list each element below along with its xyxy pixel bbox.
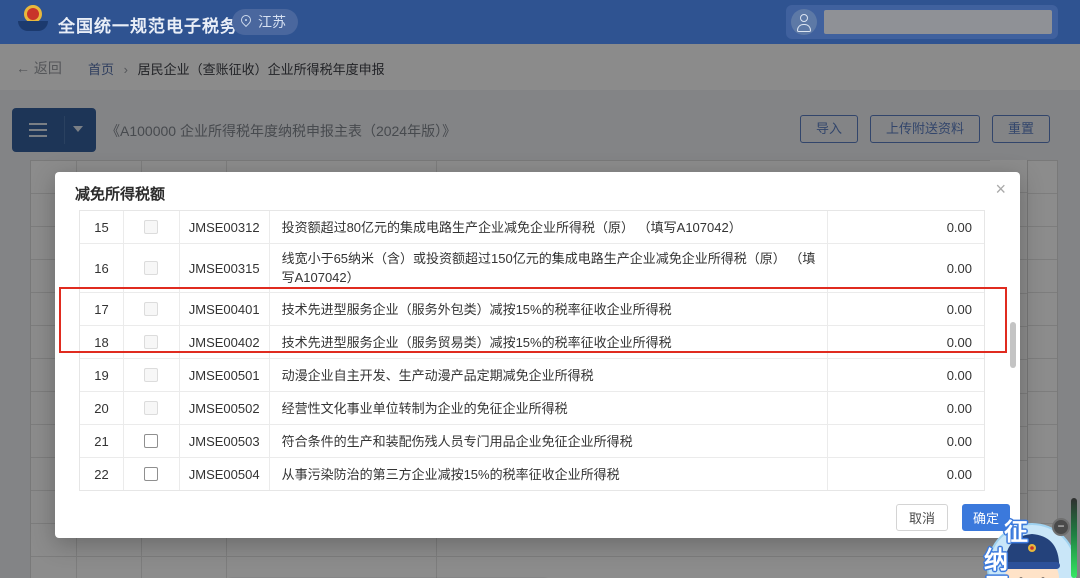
row-code: JMSE00504: [180, 458, 270, 490]
region-badge[interactable]: 江苏: [232, 9, 298, 35]
row-number: 16: [80, 244, 124, 292]
close-icon[interactable]: ×: [995, 180, 1006, 198]
row-description: 技术先进型服务企业（服务外包类）减按15%的税率征收企业所得税: [270, 293, 829, 325]
row-value: 0.00: [828, 359, 984, 391]
row-value: 0.00: [828, 326, 984, 358]
row-number: 22: [80, 458, 124, 490]
mascot-caption-char: 互: [985, 567, 1009, 578]
row-checkbox: [144, 220, 158, 234]
row-value: 0.00: [828, 244, 984, 292]
row-description: 从事污染防治的第三方企业减按15%的税率征收企业所得税: [270, 458, 829, 490]
row-description: 动漫企业自主开发、生产动漫产品定期减免企业所得税: [270, 359, 829, 391]
modal-scrollbar-thumb[interactable]: [1010, 322, 1016, 368]
table-row: 17 JMSE00401技术先进型服务企业（服务外包类）减按15%的税率征收企业所…: [80, 293, 984, 326]
row-checkbox-cell: [124, 293, 180, 325]
row-code: JMSE00312: [180, 211, 270, 243]
row-code: JMSE00501: [180, 359, 270, 391]
row-code: JMSE00503: [180, 425, 270, 457]
row-checkbox: [144, 401, 158, 415]
table-row: 19 JMSE00501动漫企业自主开发、生产动漫产品定期减免企业所得税0.00: [80, 359, 984, 392]
row-checkbox[interactable]: [144, 434, 158, 448]
row-description: 技术先进型服务企业（服务贸易类）减按15%的税率征收企业所得税: [270, 326, 829, 358]
row-code: JMSE00401: [180, 293, 270, 325]
row-number: 18: [80, 326, 124, 358]
row-checkbox-cell: [124, 458, 180, 490]
app-screen: 全国统一规范电子税务局 江苏 ← 返回 首页 › 居民企业（查账征收）企业所得税…: [0, 0, 1080, 578]
location-pin-icon: [239, 13, 253, 27]
table-row: 18 JMSE00402技术先进型服务企业（服务贸易类）减按15%的税率征收企业所…: [80, 326, 984, 359]
side-indicator-bar: [1071, 498, 1077, 578]
site-title: 全国统一规范电子税务局: [58, 12, 256, 37]
row-checkbox-cell: [124, 425, 180, 457]
row-description: 线宽小于65纳米（含）或投资额超过150亿元的集成电路生产企业减免企业所得税（原…: [270, 244, 829, 292]
row-value: 0.00: [828, 458, 984, 490]
row-code: JMSE00502: [180, 392, 270, 424]
row-value: 0.00: [828, 211, 984, 243]
row-value: 0.00: [828, 425, 984, 457]
row-number: 17: [80, 293, 124, 325]
row-number: 20: [80, 392, 124, 424]
modal-table-body: 15 JMSE00312投资额超过80亿元的集成电路生产企业减免企业所得税（原） …: [79, 210, 985, 491]
user-avatar-icon: [791, 9, 817, 35]
table-row: 20 JMSE00502经营性文化事业单位转制为企业的免征企业所得税0.00: [80, 392, 984, 425]
table-row: 22 JMSE00504从事污染防治的第三方企业减按15%的税率征收企业所得税0.…: [80, 458, 984, 491]
row-code: JMSE00402: [180, 326, 270, 358]
modal-title: 减免所得税额: [75, 183, 165, 204]
table-row: 21 JMSE00503符合条件的生产和装配伤残人员专门用品企业免征企业所得税0.…: [80, 425, 984, 458]
tax-bureau-logo-icon: [16, 4, 50, 40]
row-checkbox: [144, 335, 158, 349]
region-label: 江苏: [258, 14, 286, 30]
minimize-widget-button[interactable]: −: [1052, 518, 1070, 536]
row-value: 0.00: [828, 293, 984, 325]
tax-reduction-modal: 减免所得税额 × 15 JMSE00312投资额超过80亿元的集成电路生产企业减免…: [55, 172, 1020, 538]
cancel-button[interactable]: 取消: [896, 504, 948, 531]
top-header-bar: 全国统一规范电子税务局 江苏: [0, 0, 1080, 44]
table-row: 16 JMSE00315线宽小于65纳米（含）或投资额超过150亿元的集成电路生产…: [80, 244, 984, 293]
row-checkbox-cell: [124, 244, 180, 292]
row-checkbox-cell: [124, 359, 180, 391]
row-description: 符合条件的生产和装配伤残人员专门用品企业免征企业所得税: [270, 425, 829, 457]
row-number: 19: [80, 359, 124, 391]
row-description: 投资额超过80亿元的集成电路生产企业减免企业所得税（原） （填写A107042）: [270, 211, 829, 243]
row-checkbox: [144, 302, 158, 316]
row-code: JMSE00315: [180, 244, 270, 292]
row-checkbox: [144, 261, 158, 275]
row-checkbox-cell: [124, 211, 180, 243]
row-checkbox[interactable]: [144, 467, 158, 481]
row-description: 经营性文化事业单位转制为企业的免征企业所得税: [270, 392, 829, 424]
redacted-username: [824, 10, 1052, 34]
row-checkbox: [144, 368, 158, 382]
row-checkbox-cell: [124, 392, 180, 424]
row-number: 21: [80, 425, 124, 457]
table-row: 15 JMSE00312投资额超过80亿元的集成电路生产企业减免企业所得税（原） …: [80, 211, 984, 244]
user-account-chip[interactable]: [786, 5, 1058, 39]
row-checkbox-cell: [124, 326, 180, 358]
logo-wing: [18, 21, 48, 31]
row-number: 15: [80, 211, 124, 243]
row-value: 0.00: [828, 392, 984, 424]
